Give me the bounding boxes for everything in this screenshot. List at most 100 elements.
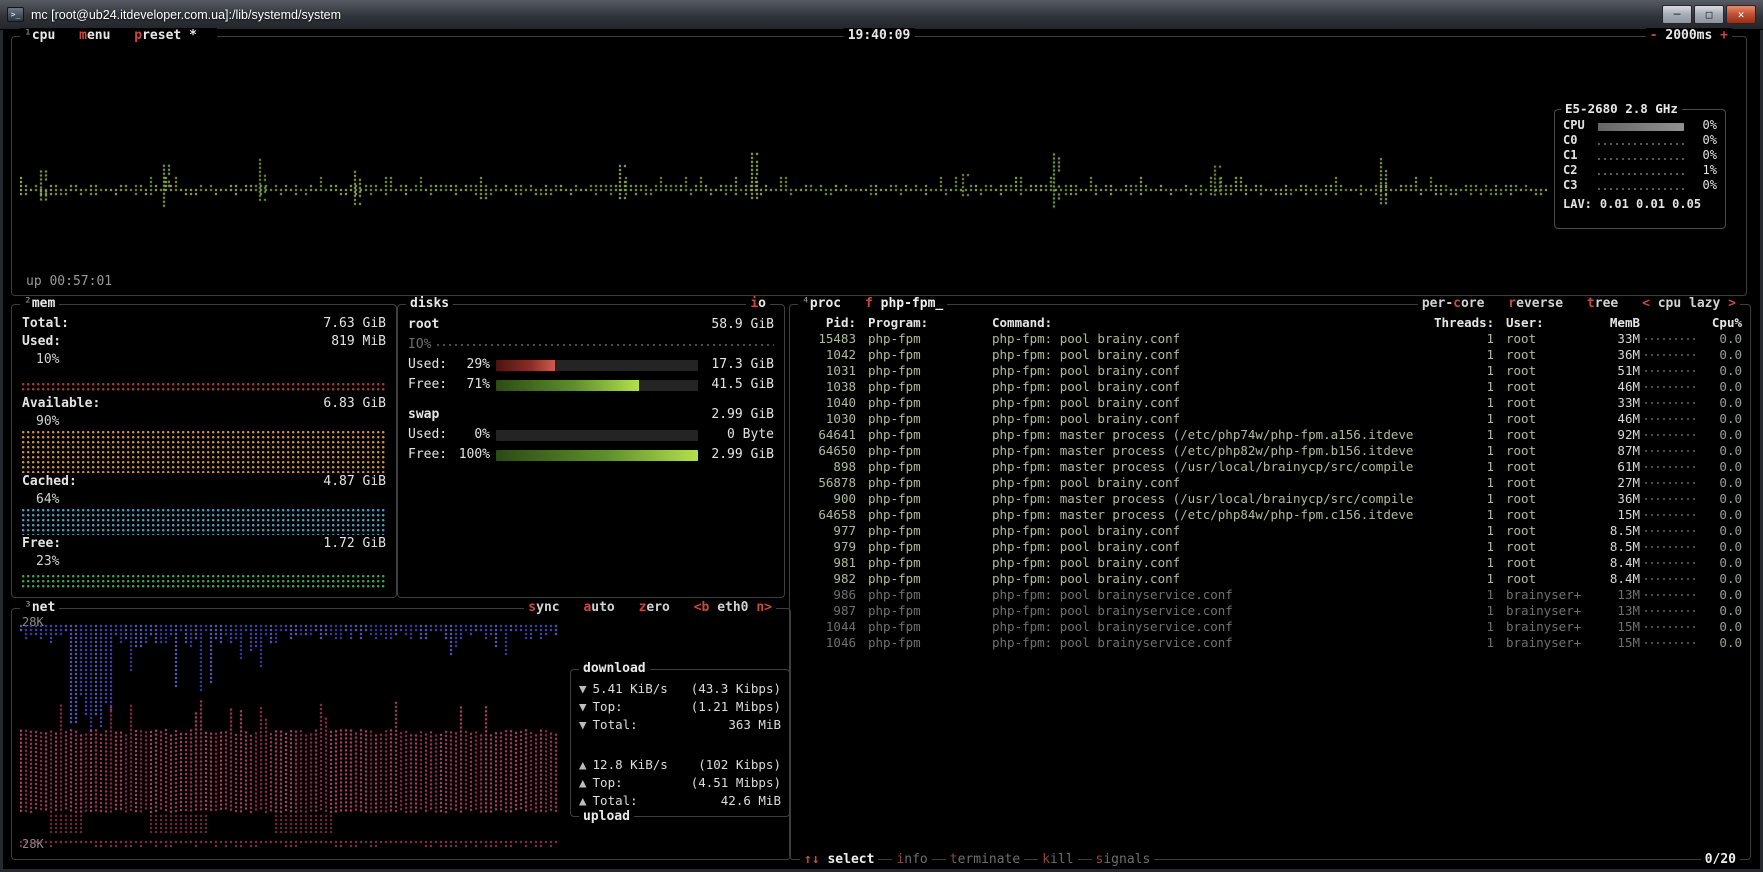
process-row[interactable]: 977php-fpmphp-fpm: pool brainy.conf1root… [798, 523, 1742, 539]
header-cpu[interactable]: Cpu% [1704, 315, 1742, 331]
titlebar[interactable]: >_ mc [root@ub24.itdeveloper.com.ua]:/li… [0, 0, 1763, 30]
interval-increase-button[interactable]: + [1720, 28, 1728, 43]
disk-name-line: root58.9 GiB [408, 315, 774, 335]
mem-stat-line: Free:1.72 GiB [22, 535, 386, 553]
process-row[interactable]: 1040php-fpmphp-fpm: pool brainy.conf1roo… [798, 395, 1742, 411]
process-threads: 1 [1434, 555, 1494, 571]
process-row[interactable]: 56878php-fpmphp-fpm: pool brainy.conf1ro… [798, 475, 1742, 491]
core-meter [1598, 152, 1684, 160]
process-row[interactable]: 1031php-fpmphp-fpm: pool brainy.conf1roo… [798, 363, 1742, 379]
window-controls: ─ □ ✕ [1662, 5, 1756, 24]
process-user: root [1494, 555, 1594, 571]
header-pid[interactable]: Pid: [798, 315, 856, 331]
upload-stats: ▲12.8 KiB/s(102 Kibps)▲Top:(4.51 Mibps)▲… [571, 746, 789, 810]
process-row[interactable]: 1030php-fpmphp-fpm: pool brainy.conf1roo… [798, 411, 1742, 427]
tree-toggle[interactable]: tree [1587, 296, 1618, 311]
mem-stat-line: Total:7.63 GiB [22, 315, 386, 333]
process-row[interactable]: 1038php-fpmphp-fpm: pool brainy.conf1roo… [798, 379, 1742, 395]
iface-next-hotkey[interactable]: n> [756, 600, 772, 615]
process-mem-dots [1645, 514, 1699, 516]
process-command: php-fpm: master process (/etc/php84w/php… [984, 507, 1434, 523]
kill-hotkey: k [1042, 852, 1050, 867]
process-row[interactable]: 64658php-fpmphp-fpm: master process (/et… [798, 507, 1742, 523]
cpu-usage-graph [20, 137, 1548, 233]
close-button[interactable]: ✕ [1726, 5, 1756, 24]
menu-button[interactable]: menu [79, 28, 110, 43]
header-command[interactable]: Command: [984, 315, 1434, 331]
process-user: root [1494, 491, 1594, 507]
process-mem-dots [1645, 450, 1699, 452]
sort-next-arrow[interactable]: > [1728, 296, 1736, 311]
auto-toggle[interactable]: auto [583, 600, 614, 615]
mem-stat-value: 1.72 GiB [323, 535, 386, 553]
mem-graph-cached [22, 509, 386, 535]
signals-button[interactable]: signals [1092, 852, 1155, 868]
io-toggle[interactable]: io [746, 296, 770, 312]
sort-prev-arrow[interactable]: < [1642, 296, 1650, 311]
process-pid: 1030 [798, 411, 856, 427]
process-table-header: Pid: Program: Command: Threads: User: Me… [798, 315, 1742, 331]
reverse-toggle[interactable]: reverse [1508, 296, 1563, 311]
process-row[interactable]: 64650php-fpmphp-fpm: master process (/et… [798, 443, 1742, 459]
process-pid: 986 [798, 587, 856, 603]
process-row[interactable]: 1042php-fpmphp-fpm: pool brainy.conf1roo… [798, 347, 1742, 363]
disk-used-line: Used:29%17.3 GiB [408, 355, 774, 375]
per-core-toggle[interactable]: per-core [1422, 296, 1485, 311]
interval-decrease-button[interactable]: - [1650, 28, 1658, 43]
process-row[interactable]: 986php-fpmphp-fpm: pool brainyservice.co… [798, 587, 1742, 603]
zero-toggle[interactable]: zero [639, 600, 670, 615]
process-row[interactable]: 1044php-fpmphp-fpm: pool brainyservice.c… [798, 619, 1742, 635]
process-row[interactable]: 981php-fpmphp-fpm: pool brainy.conf1root… [798, 555, 1742, 571]
process-row[interactable]: 898php-fpmphp-fpm: master process (/usr/… [798, 459, 1742, 475]
process-program: php-fpm [856, 347, 984, 363]
core-label: C2 [1563, 163, 1593, 178]
process-mem-dots [1645, 546, 1699, 548]
preset-button[interactable]: preset * [134, 28, 197, 43]
header-mem[interactable]: MemB [1594, 315, 1640, 331]
sync-label: ync [536, 600, 559, 615]
cpu-core-row: C21% [1563, 163, 1717, 178]
net-box-number: ³ [24, 600, 32, 615]
process-mem: 8.5M [1594, 523, 1640, 539]
proc-filter[interactable]: f php-fpm_ [865, 296, 943, 311]
process-mem-dots [1645, 402, 1699, 404]
select-control[interactable]: ↑↓ select [800, 852, 878, 868]
process-pid: 977 [798, 523, 856, 539]
process-user: brainyser+ [1494, 619, 1594, 635]
process-program: php-fpm [856, 587, 984, 603]
per-core-hotkey: c [1453, 296, 1461, 311]
process-pid: 1042 [798, 347, 856, 363]
process-program: php-fpm [856, 635, 984, 651]
process-row[interactable]: 979php-fpmphp-fpm: pool brainy.conf1root… [798, 539, 1742, 555]
cpu-box: ¹cpu menu preset * 19:40:09 - 2000ms + E… [11, 36, 1747, 296]
process-mem-dots [1645, 466, 1699, 468]
header-user[interactable]: User: [1494, 315, 1594, 331]
process-row[interactable]: 900php-fpmphp-fpm: master process (/usr/… [798, 491, 1742, 507]
mem-stat-value: 4.87 GiB [323, 473, 386, 491]
header-program[interactable]: Program: [856, 315, 984, 331]
uptime: up 00:57:01 [26, 274, 112, 289]
process-row[interactable]: 987php-fpmphp-fpm: pool brainyservice.co… [798, 603, 1742, 619]
process-row[interactable]: 982php-fpmphp-fpm: pool brainy.conf1root… [798, 571, 1742, 587]
maximize-button[interactable]: □ [1694, 5, 1724, 24]
process-row[interactable]: 64641php-fpmphp-fpm: master process (/et… [798, 427, 1742, 443]
header-threads[interactable]: Threads: [1434, 315, 1494, 331]
sync-toggle[interactable]: sync [528, 600, 559, 615]
process-pid: 1038 [798, 379, 856, 395]
process-row[interactable]: 15483php-fpmphp-fpm: pool brainy.conf1ro… [798, 331, 1742, 347]
iface-switcher[interactable]: <b eth0 n> [694, 600, 772, 615]
process-mem-dots [1645, 642, 1699, 644]
minimize-button[interactable]: ─ [1662, 5, 1692, 24]
select-arrows-icon[interactable]: ↑↓ [804, 852, 820, 867]
process-table: Pid: Program: Command: Threads: User: Me… [790, 305, 1750, 651]
info-button[interactable]: info [892, 852, 931, 868]
process-program: php-fpm [856, 523, 984, 539]
iface-prev-hotkey[interactable]: <b [694, 600, 710, 615]
kill-button[interactable]: kill [1038, 852, 1077, 868]
terminate-button[interactable]: terminate [946, 852, 1024, 868]
process-mem-dots [1645, 498, 1699, 500]
disk-free-label: Free: [408, 375, 452, 395]
process-command: php-fpm: pool brainy.conf [984, 475, 1434, 491]
process-threads: 1 [1434, 395, 1494, 411]
process-row[interactable]: 1046php-fpmphp-fpm: pool brainyservice.c… [798, 635, 1742, 651]
